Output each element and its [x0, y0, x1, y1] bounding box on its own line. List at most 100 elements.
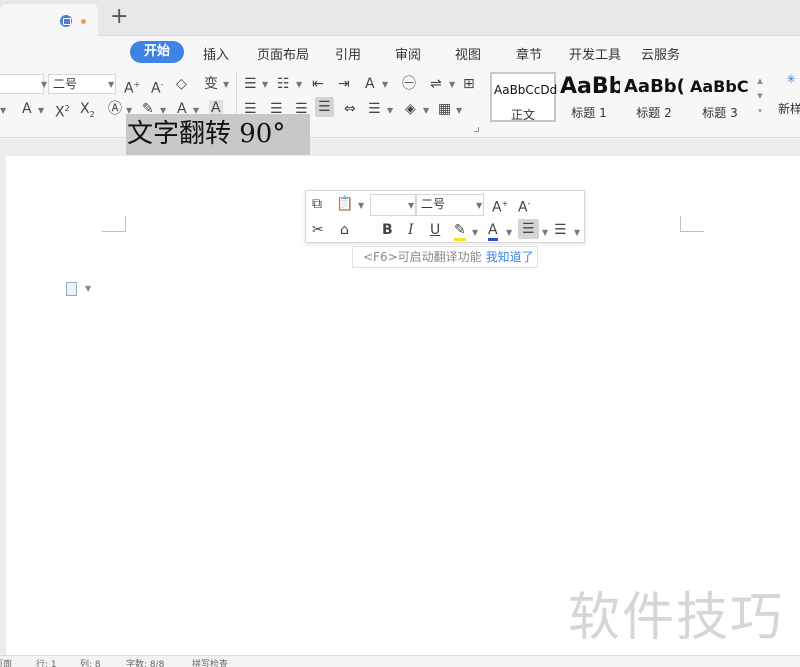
- style-sample: AaBbCcDd: [494, 83, 558, 97]
- italic-icon[interactable]: I: [408, 222, 414, 238]
- text-direction-icon[interactable]: A: [365, 76, 375, 92]
- chevron-down-icon[interactable]: ▼: [0, 106, 6, 115]
- chevron-down-icon[interactable]: ▼: [476, 201, 482, 210]
- clear-format-icon[interactable]: ◇: [176, 76, 187, 92]
- spell-check-button[interactable]: 拼写检查: [192, 657, 228, 667]
- pinyin-guide-icon[interactable]: 变: [204, 76, 218, 92]
- margin-corner-marker: [102, 216, 126, 232]
- style-heading-1[interactable]: AaBb 标题 1: [558, 72, 620, 122]
- style-heading-2[interactable]: AaBb( 标题 2: [622, 72, 686, 122]
- chevron-down-icon[interactable]: ▼: [456, 106, 462, 115]
- copy-icon[interactable]: ⧉: [312, 196, 322, 212]
- distributed-icon[interactable]: ⇔: [344, 101, 356, 117]
- phonetic-icon[interactable]: ㊀: [402, 76, 416, 92]
- style-gallery-scroll[interactable]: ▲ ▼ ▾: [754, 74, 766, 122]
- superscript-icon[interactable]: X2: [55, 101, 70, 121]
- style-normal[interactable]: AaBbCcDd 正文: [490, 72, 558, 122]
- chevron-down-icon[interactable]: ▼: [296, 80, 302, 89]
- shrink-font-icon[interactable]: A-: [518, 196, 530, 216]
- chevron-down-icon[interactable]: ▼: [382, 80, 388, 89]
- borders-icon[interactable]: ▦: [438, 101, 451, 117]
- chevron-down-icon[interactable]: ▼: [574, 228, 580, 237]
- bullet-list-icon[interactable]: ☰: [244, 76, 257, 92]
- grow-font-icon[interactable]: A+: [492, 196, 508, 216]
- watermark: 软件技巧: [568, 588, 785, 648]
- chevron-down-icon[interactable]: ▼: [542, 228, 548, 237]
- shading-icon[interactable]: ◈: [405, 101, 416, 117]
- style-sample: AaBb: [560, 74, 620, 99]
- chevron-down-icon[interactable]: ▼: [449, 80, 455, 89]
- status-page: 页面: [0, 660, 13, 667]
- status-word-count[interactable]: 字数: 8/8: [126, 657, 164, 667]
- chevron-down-icon[interactable]: ▼: [38, 106, 44, 115]
- tab-home[interactable]: 开始: [130, 41, 185, 63]
- line-spacing-icon[interactable]: ☰: [554, 222, 567, 238]
- margin-corner-marker: [680, 216, 704, 232]
- bold-icon[interactable]: B: [382, 222, 393, 238]
- status-bar: 页面 行: 1 列: 8 字数: 8/8 拼写检查: [0, 655, 800, 667]
- style-label: 标题 3: [702, 106, 738, 120]
- hint-text: <F6>可启动翻译功能: [363, 250, 482, 264]
- font-size-select[interactable]: 二号: [416, 194, 484, 216]
- style-sample: AaBbC: [690, 77, 749, 96]
- ribbon-tabs: 开始 插入 页面布局 引用 审阅 视图 章节 开发工具 云服务: [0, 36, 800, 68]
- style-heading-3[interactable]: AaBbC 标题 3: [688, 72, 752, 122]
- style-label: 正文: [510, 108, 535, 122]
- translate-hint-tooltip: <F6>可启动翻译功能 我知道了: [352, 246, 538, 268]
- strikethrough-icon[interactable]: A: [22, 101, 32, 117]
- chevron-down-icon[interactable]: ▼: [472, 228, 478, 237]
- tab-developer[interactable]: 开发工具: [569, 44, 621, 63]
- new-tab-button[interactable]: +: [110, 5, 128, 29]
- shrink-font-icon[interactable]: A-: [151, 77, 163, 97]
- selected-text[interactable]: 文字翻转 90°: [126, 114, 310, 155]
- decrease-indent-icon[interactable]: ⇤: [312, 76, 324, 92]
- underline-icon[interactable]: U: [430, 222, 440, 238]
- new-style-icon[interactable]: ✳: [786, 72, 796, 86]
- paragraph-dialog-launcher[interactable]: [474, 127, 479, 132]
- font-name-select[interactable]: [0, 74, 44, 94]
- tab-cloud[interactable]: 云服务: [641, 44, 680, 63]
- tab-references[interactable]: 引用: [335, 44, 361, 63]
- tab-insert[interactable]: 插入: [203, 44, 229, 63]
- tab-sections[interactable]: 章节: [516, 44, 542, 63]
- document-tab[interactable]: [0, 4, 98, 36]
- font-color-icon[interactable]: A: [488, 222, 498, 241]
- sort-icon[interactable]: ⇌: [430, 76, 442, 92]
- grow-font-icon[interactable]: A+: [124, 77, 140, 97]
- paragraph-menu-icon[interactable]: [66, 282, 77, 296]
- tab-view[interactable]: 视图: [455, 44, 481, 63]
- line-spacing-icon[interactable]: ☰: [368, 101, 381, 117]
- font-size-select[interactable]: 二号: [48, 74, 116, 94]
- text-effect-icon[interactable]: Ⓐ: [108, 101, 122, 117]
- chevron-down-icon[interactable]: ▼: [85, 284, 91, 293]
- dismiss-hint-link[interactable]: 我知道了: [486, 250, 534, 264]
- numbered-list-icon[interactable]: ☷: [277, 76, 290, 92]
- justify-icon[interactable]: ☰: [518, 219, 539, 239]
- cut-icon[interactable]: ✂: [312, 222, 324, 238]
- chevron-down-icon[interactable]: ▼: [408, 201, 414, 210]
- chevron-down-icon[interactable]: ▼: [262, 80, 268, 89]
- new-style-button[interactable]: 新样: [778, 100, 800, 117]
- title-bar: +: [0, 0, 800, 36]
- subscript-icon[interactable]: X2: [80, 101, 95, 123]
- chevron-down-icon[interactable]: ▼: [41, 80, 47, 89]
- tab-page-layout[interactable]: 页面布局: [257, 44, 309, 63]
- style-label: 标题 2: [636, 106, 672, 120]
- format-painter-icon[interactable]: ⌂: [340, 222, 349, 238]
- status-row: 行: 1: [36, 660, 57, 667]
- tab-review[interactable]: 审阅: [395, 44, 421, 63]
- chevron-down-icon[interactable]: ▼: [423, 106, 429, 115]
- chevron-down-icon[interactable]: ▼: [223, 80, 229, 89]
- chevron-down-icon[interactable]: ▼: [358, 201, 364, 210]
- chevron-down-icon[interactable]: ▼: [108, 80, 114, 89]
- highlight-icon[interactable]: ✎: [454, 222, 466, 241]
- chevron-down-icon[interactable]: ▼: [387, 106, 393, 115]
- increase-indent-icon[interactable]: ⇥: [338, 76, 350, 92]
- justify-icon[interactable]: ☰: [315, 97, 334, 117]
- unsaved-dot-icon: [81, 19, 86, 24]
- show-marks-icon[interactable]: ⊞: [463, 76, 475, 92]
- chevron-down-icon[interactable]: ▼: [506, 228, 512, 237]
- document-icon: [60, 15, 72, 27]
- style-sample: AaBb(: [624, 76, 685, 97]
- paste-icon[interactable]: 📋: [336, 196, 353, 212]
